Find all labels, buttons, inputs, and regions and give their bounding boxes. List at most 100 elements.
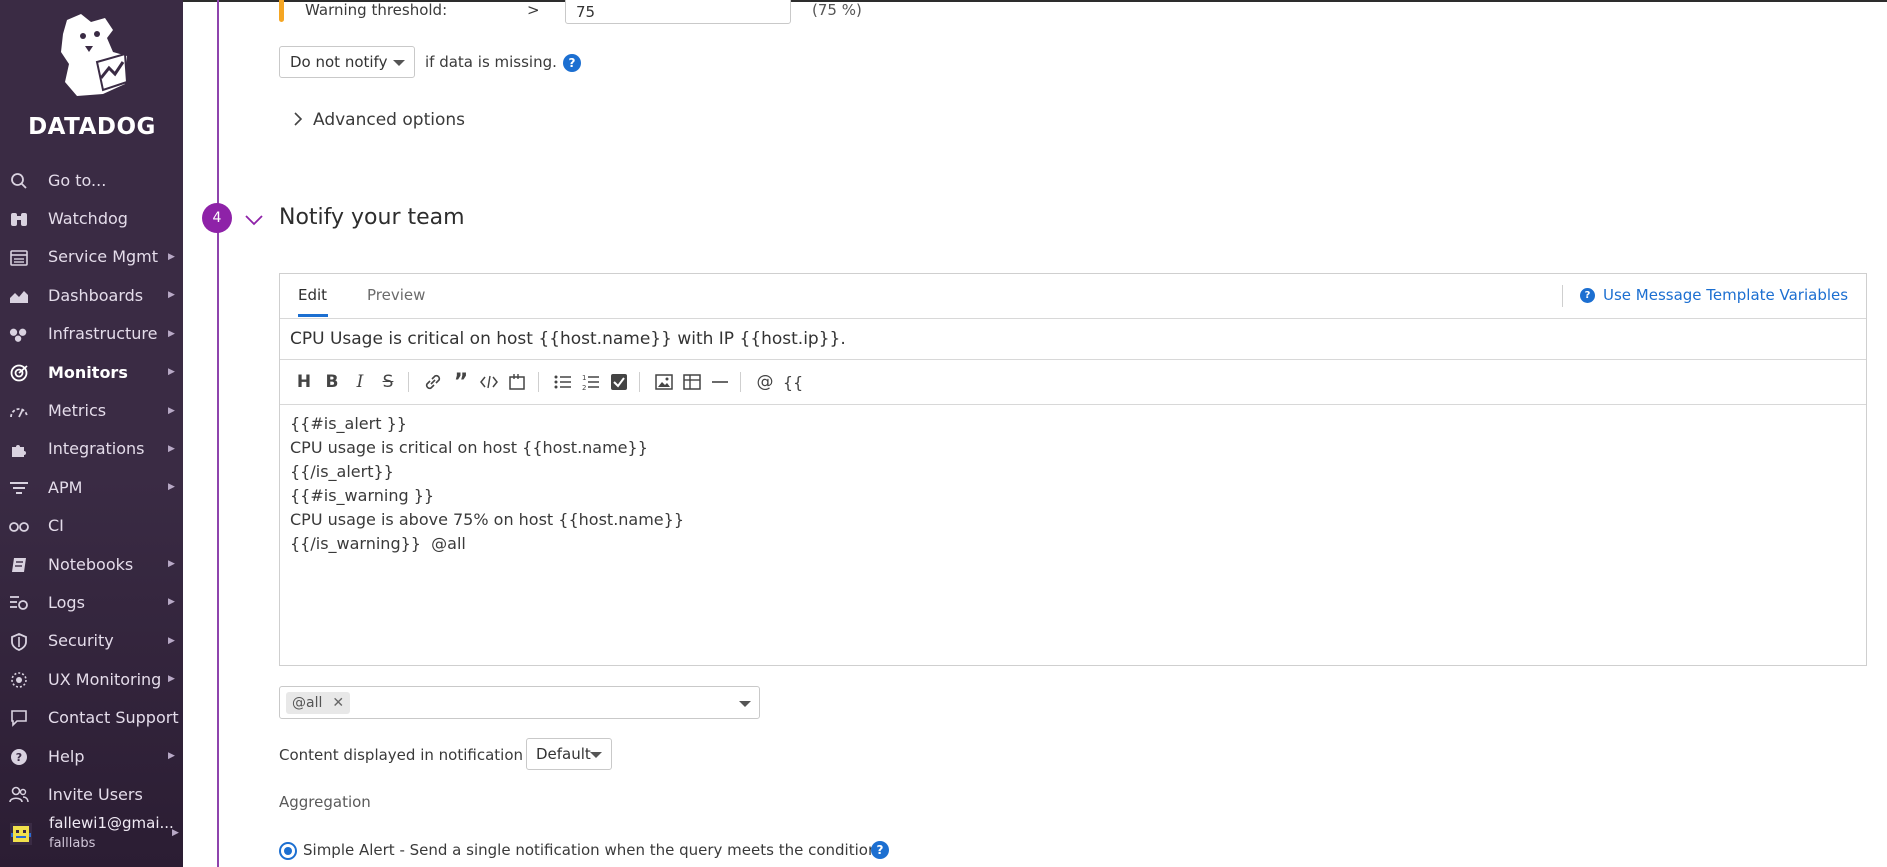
warning-threshold-input[interactable]: 75: [565, 0, 791, 24]
sidebar-item-integrations[interactable]: Integrations ▶: [0, 430, 183, 468]
bold-button[interactable]: B: [322, 372, 342, 392]
help-icon: ?: [1580, 287, 1595, 303]
sidebar-item-apm[interactable]: APM ▶: [0, 468, 183, 506]
sidebar-item-ci[interactable]: CI: [0, 507, 183, 545]
service-mgmt-icon: [9, 248, 29, 268]
template-variable-button[interactable]: {{: [783, 372, 803, 392]
tab-edit[interactable]: Edit: [298, 286, 327, 304]
italic-button[interactable]: I: [350, 372, 370, 392]
sidebar-item-metrics[interactable]: Metrics ▶: [0, 391, 183, 429]
sidebar-item-label: Service Mgmt: [48, 247, 159, 267]
sidebar: DATADOG Go to... Watchdog Service Mgmt ▶: [0, 0, 183, 867]
sidebar-item-label: Metrics: [48, 401, 107, 421]
content-displayed-label: Content displayed in notification: [279, 746, 523, 764]
simple-alert-label: Simple Alert - Send a single notificatio…: [303, 841, 883, 859]
sidebar-item-label: Dashboards: [48, 285, 144, 305]
user-org: falllabs: [49, 836, 96, 851]
chevron-right-icon: ▶: [168, 328, 175, 339]
datadog-logo[interactable]: DATADOG: [22, 12, 162, 140]
sidebar-item-dashboards[interactable]: Dashboards ▶: [0, 276, 183, 314]
svg-text:2: 2: [582, 384, 586, 391]
warning-color-bar: [279, 0, 284, 22]
caret-down-icon: [393, 60, 405, 66]
svg-text:?: ?: [16, 751, 22, 764]
numbered-list-icon[interactable]: 12: [581, 372, 601, 392]
message-body-textarea[interactable]: {{#is_alert }} CPU usage is critical on …: [290, 412, 684, 556]
help-icon[interactable]: ?: [563, 54, 581, 72]
sidebar-item-notebooks[interactable]: Notebooks ▶: [0, 545, 183, 583]
code-icon[interactable]: [479, 372, 499, 392]
sidebar-item-logs[interactable]: Logs ▶: [0, 583, 183, 621]
sidebar-item-security[interactable]: Security ▶: [0, 622, 183, 660]
chevron-right-icon: ▶: [168, 251, 175, 262]
heading-button[interactable]: H: [294, 372, 314, 392]
user-menu[interactable]: fallewi1@gmai... falllabs ▶: [0, 814, 183, 862]
chevron-right-icon: ▶: [168, 597, 175, 608]
caret-down-icon: [590, 752, 602, 758]
chevron-right-icon: ▶: [168, 674, 175, 685]
sidebar-item-label: Watchdog: [48, 209, 128, 229]
chevron-right-icon: ▶: [168, 405, 175, 416]
section-title: Notify your team: [279, 205, 465, 230]
bulleted-list-icon[interactable]: [553, 372, 573, 392]
step-timeline-line: [217, 0, 219, 867]
content-displayed-select[interactable]: Default: [526, 738, 612, 770]
horizontal-rule-icon[interactable]: [710, 372, 730, 392]
monitors-icon: [9, 363, 29, 383]
chevron-right-icon: ▶: [168, 559, 175, 570]
close-icon[interactable]: ✕: [332, 692, 344, 714]
recipient-chip-label: @all: [292, 695, 323, 711]
missing-data-select[interactable]: Do not notify: [279, 46, 415, 78]
recipients-select[interactable]: @all ✕: [279, 686, 760, 719]
mention-button[interactable]: @: [755, 372, 775, 392]
user-email: fallewi1@gmai...: [49, 814, 174, 832]
message-title-input[interactable]: CPU Usage is critical on host {{host.nam…: [280, 318, 1866, 360]
simple-alert-radio[interactable]: [279, 842, 297, 860]
table-icon[interactable]: [682, 372, 702, 392]
notebook-icon: [9, 555, 29, 575]
sidebar-item-ux-monitoring[interactable]: UX Monitoring ▶: [0, 660, 183, 698]
sidebar-item-label: Security: [48, 631, 114, 651]
advanced-options-label: Advanced options: [313, 110, 465, 130]
sidebar-item-invite-users[interactable]: Invite Users: [0, 775, 183, 813]
logs-icon: [9, 593, 29, 613]
sidebar-item-infrastructure[interactable]: Infrastructure ▶: [0, 315, 183, 353]
code-block-icon[interactable]: [507, 372, 527, 392]
quote-icon[interactable]: ”: [451, 370, 471, 395]
datadog-dog-icon: [61, 14, 129, 96]
image-icon[interactable]: [654, 372, 674, 392]
sidebar-item-monitors[interactable]: Monitors ▶: [0, 353, 183, 391]
help-icon[interactable]: ?: [871, 841, 889, 859]
divider: [538, 372, 539, 392]
aggregation-label: Aggregation: [279, 793, 371, 811]
tab-preview[interactable]: Preview: [367, 286, 425, 304]
warning-threshold-label: Warning threshold:: [305, 1, 448, 19]
sidebar-item-goto[interactable]: Go to...: [0, 161, 183, 199]
sidebar-item-label: Help: [48, 746, 85, 766]
sidebar-item-contact-support[interactable]: Contact Support: [0, 698, 183, 736]
metrics-gauge-icon: [9, 401, 29, 421]
sidebar-item-label: Logs: [48, 592, 85, 612]
strikethrough-button[interactable]: S: [378, 372, 398, 392]
threshold-operator: >: [527, 1, 540, 19]
template-variables-link[interactable]: ? Use Message Template Variables: [1580, 286, 1848, 304]
step-number-badge: 4: [202, 203, 232, 233]
checklist-icon[interactable]: [609, 372, 629, 392]
apm-icon: [9, 478, 29, 498]
divider: [740, 372, 741, 392]
datadog-wordmark: DATADOG: [28, 114, 156, 140]
sidebar-item-help[interactable]: ? Help ▶: [0, 737, 183, 775]
active-tab-indicator: [298, 314, 328, 317]
dashboard-chart-icon: [9, 286, 29, 306]
sidebar-item-service-mgmt[interactable]: Service Mgmt ▶: [0, 238, 183, 276]
advanced-options-toggle[interactable]: Advanced options: [293, 110, 465, 130]
editor-tabs: Edit Preview ? Use Message Template Vari…: [280, 274, 1866, 319]
link-icon[interactable]: [423, 372, 443, 392]
sidebar-item-watchdog[interactable]: Watchdog: [0, 199, 183, 237]
formatting-toolbar: H B I S ” 12 @ {{: [280, 360, 1866, 405]
chevron-right-icon: ▶: [168, 443, 175, 454]
chevron-right-icon: ▶: [172, 828, 179, 838]
message-editor: Edit Preview ? Use Message Template Vari…: [279, 273, 1867, 666]
content-displayed-value: Default: [536, 745, 591, 763]
chevron-down-icon[interactable]: [245, 211, 263, 230]
